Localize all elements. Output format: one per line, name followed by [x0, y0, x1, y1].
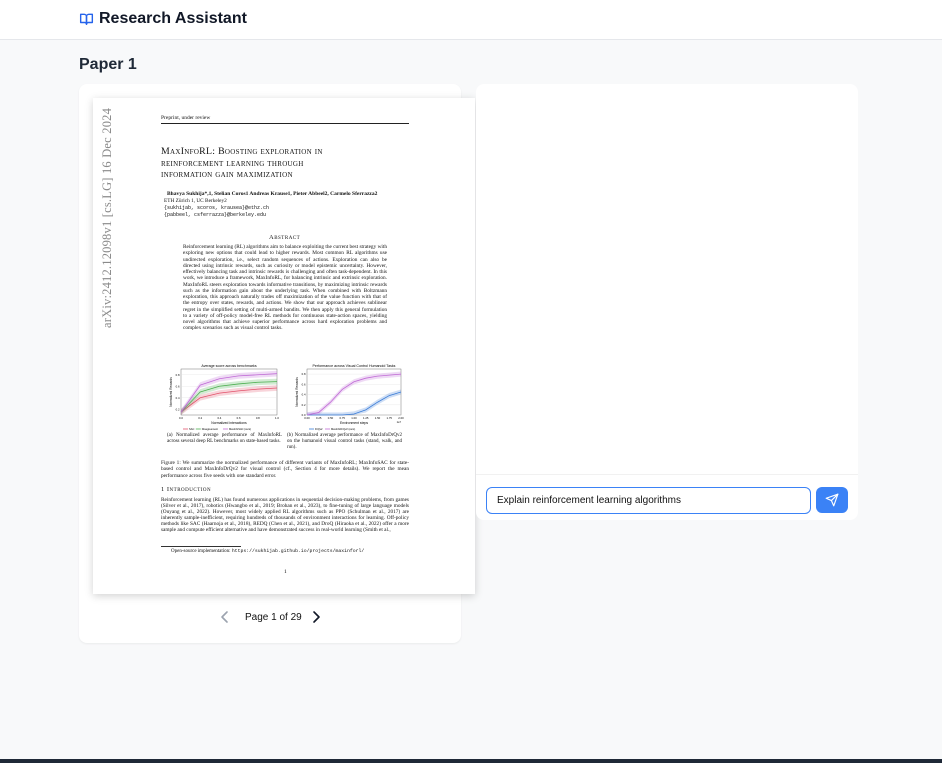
x-tick-label: 2.00 [398, 416, 404, 420]
x-axis-label: Normalized interactions [211, 421, 247, 425]
bottom-bar [0, 759, 942, 763]
legend-label: MaxInfoDrQv2 (ours) [331, 427, 355, 431]
legend-label: Disagreement [202, 427, 218, 431]
x-unit-label: 1e7 [397, 420, 402, 424]
y-axis-label: Normalized Rewards [169, 377, 173, 407]
pdf-affiliation: ETH Zürich 1, UC Berkeley2 [164, 198, 227, 204]
x-tick-label: 0.00 [304, 416, 310, 420]
pdf-intro-heading: 1 Introduction [161, 486, 212, 493]
x-tick-label: 0.75 [340, 416, 346, 420]
paper-heading: Paper 1 [79, 56, 137, 73]
pdf-footnote-url: https://sukhijab.github.io/projects/maxi… [231, 549, 365, 554]
chat-messages-area [476, 84, 858, 474]
y-axis-label: Normalized Rewards [295, 377, 299, 407]
pdf-footnote: Open-source implementation: https://sukh… [171, 549, 364, 554]
page-indicator: Page 1 of 29 [245, 612, 302, 623]
x-tick-label: 1.25 [363, 416, 369, 420]
chevron-left-icon[interactable] [219, 610, 231, 624]
pdf-abstract-heading: Abstract [269, 234, 301, 241]
x-tick-label: 0.4 [217, 416, 221, 420]
pdf-title-line-2: reinforcement learning through [161, 157, 304, 169]
pdf-figure-caption: Figure 1: We summarize the normalized pe… [161, 460, 409, 479]
pdf-intro-text: Reinforcement learning (RL) has found nu… [161, 497, 409, 534]
x-tick-label: 0.25 [316, 416, 322, 420]
y-tick-label: 0.8 [176, 373, 180, 377]
x-tick-label: 1.75 [387, 416, 393, 420]
chat-input-row [476, 474, 858, 520]
x-tick-label: 0.6 [237, 416, 241, 420]
y-tick-label: 0.2 [302, 403, 306, 407]
y-tick-label: 0.6 [302, 382, 306, 386]
send-button[interactable] [816, 487, 848, 513]
pdf-header-rule [161, 123, 409, 124]
y-tick-label: 0.4 [302, 393, 306, 397]
pdf-viewer-panel: Preprint, under review MaxInfoRL: Boosti… [79, 84, 475, 643]
chart-title: Average score across benchmarks [201, 364, 256, 368]
chat-panel [476, 84, 858, 520]
series-band [307, 371, 401, 415]
x-tick-label: 0.8 [256, 416, 260, 420]
legend-label: DrQv2 [315, 427, 323, 431]
book-open-icon [79, 13, 94, 25]
pdf-footnote-label: Open-source implementation: [171, 549, 232, 554]
chat-input[interactable] [486, 487, 811, 514]
y-tick-label: 0.6 [176, 384, 180, 388]
send-icon [825, 493, 839, 507]
chart-title: Performance across Visual Control Humano… [313, 364, 396, 368]
x-tick-label: 1.0 [275, 416, 279, 420]
pdf-page-number: 1 [284, 569, 287, 575]
x-tick-label: 1.50 [375, 416, 381, 420]
top-bar: Research Assistant [0, 0, 942, 40]
arxiv-stamp: arXiv:2412.12098v1 [cs.LG] 16 Dec 2024 [95, 98, 114, 328]
y-tick-label: 0.4 [176, 396, 180, 400]
pagination: Page 1 of 29 [79, 610, 461, 626]
pdf-caption-b: (b) Normalized average performance of Ma… [287, 433, 402, 450]
pdf-footnote-rule [161, 546, 241, 547]
pdf-page: Preprint, under review MaxInfoRL: Boosti… [93, 98, 475, 594]
pdf-abstract-text: Reinforcement learning (RL) algorithms a… [183, 244, 387, 332]
x-tick-label: 0.0 [179, 416, 183, 420]
chevron-right-icon[interactable] [310, 610, 322, 624]
pdf-emails: {sukhijab, scoros, krausea}@ethz.ch {pab… [164, 205, 270, 218]
x-tick-label: 1.00 [351, 416, 357, 420]
pdf-preprint-note: Preprint, under review [161, 115, 211, 121]
y-tick-label: 0.8 [302, 372, 306, 376]
x-tick-label: 0.50 [328, 416, 334, 420]
pdf-title-line-1: MaxInfoRL: Boosting exploration in [161, 146, 323, 157]
pdf-caption-a: (a) Normalized average performance of Ma… [167, 433, 282, 444]
pdf-title: MaxInfoRL: Boosting exploration in reinf… [161, 146, 401, 181]
legend-label: SAC [189, 427, 194, 431]
app-title: Research Assistant [99, 10, 247, 27]
arxiv-stamp-text: arXiv:2412.12098v1 [cs.LG] 16 Dec 2024 [100, 107, 114, 328]
pdf-title-line-3: information gain maximization [161, 169, 293, 180]
x-axis-label: Environment steps [340, 421, 368, 425]
x-tick-label: 0.2 [198, 416, 202, 420]
pdf-authors: Bhavya Sukhija*,1, Stelian Coros1 Andrea… [167, 191, 378, 197]
legend-label: MaxInfoSAC (ours) [229, 427, 251, 431]
y-tick-label: 0.2 [176, 407, 180, 411]
